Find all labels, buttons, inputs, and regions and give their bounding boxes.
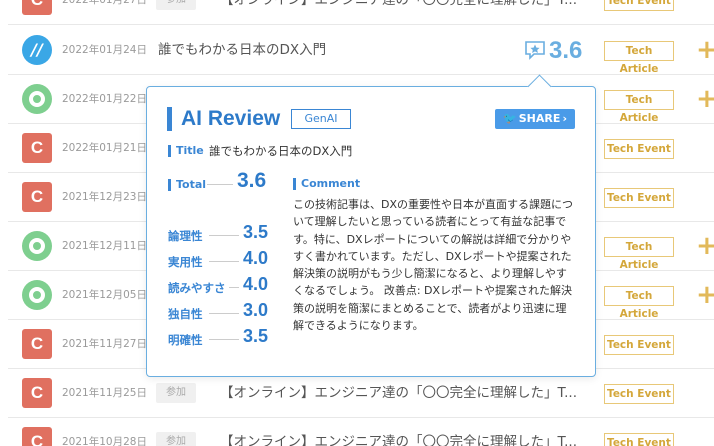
category-badge: Tech Article — [604, 90, 674, 124]
title-value: 誰でもわかる日本のDX入門 — [209, 144, 353, 158]
item-date: 2021年12月11日 — [62, 240, 147, 252]
item-date: 2021年11月25日 — [62, 387, 147, 399]
divider — [229, 287, 239, 288]
divider — [209, 339, 239, 340]
category-badge: Tech Article — [604, 237, 674, 271]
metric-label: 実用性 — [168, 255, 203, 269]
total-label: Total — [168, 179, 206, 191]
connpass-icon: C — [22, 427, 52, 446]
category-badge: Tech Event — [604, 188, 674, 208]
item-date: 2022年01月22日 — [62, 93, 147, 105]
category-badge: Tech Article — [604, 41, 674, 75]
qiita-icon — [22, 231, 52, 261]
metric-value: 4.0 — [243, 248, 269, 268]
divider — [209, 313, 239, 314]
attend-tag: 参加 — [156, 383, 196, 403]
divider — [209, 261, 239, 262]
item-title[interactable]: 誰でもわかる日本のDX入門 — [158, 26, 326, 75]
list-item[interactable]: C 2022年01月27日 参加 【オンライン】エンジニア達の「〇〇完全に理解し… — [8, 0, 714, 25]
total-score: 3.6 — [237, 169, 267, 192]
genai-badge: GenAI — [291, 109, 351, 129]
item-title[interactable]: 【オンライン】エンジニア達の「〇〇完全に理解した」T... — [220, 0, 577, 25]
item-date: 2022年01月21日 — [62, 142, 147, 154]
divider — [209, 235, 239, 236]
metric-value: 3.0 — [243, 300, 269, 320]
ai-review-popup: AI Review GenAI 🐦 SHARE › Title 誰でもわかる日本の… — [146, 86, 596, 377]
score-value[interactable]: 3.6 — [549, 26, 582, 75]
comment-text: この技術記事は、DXの重要性や日本が直面する課題について理解したいと思っている読… — [293, 198, 574, 333]
metric-label: 論理性 — [168, 229, 203, 243]
add-button[interactable]: + — [696, 271, 714, 319]
item-date: 2021年11月27日 — [62, 338, 147, 350]
connpass-icon: C — [22, 0, 52, 15]
qiita-icon — [22, 280, 52, 310]
metric-value: 4.0 — [243, 274, 269, 294]
item-date: 2021年12月05日 — [62, 289, 147, 301]
twitter-icon: 🐦 — [503, 112, 517, 125]
title-label: Title — [168, 145, 204, 157]
comment-label: Comment — [293, 178, 360, 190]
divider — [207, 184, 233, 185]
qiita-icon — [22, 84, 52, 114]
category-badge: Tech Event — [604, 139, 674, 159]
list-item[interactable]: // 2022年01月24日 誰でもわかる日本のDX入門 3.6 Tech Ar… — [8, 26, 714, 75]
connpass-icon: C — [22, 133, 52, 163]
metric-label: 独自性 — [168, 307, 203, 321]
item-date: 2021年10月28日 — [62, 436, 147, 446]
category-badge: Tech Event — [604, 0, 674, 11]
connpass-icon: C — [22, 329, 52, 359]
item-date: 2021年12月23日 — [62, 191, 147, 203]
connpass-icon: C — [22, 182, 52, 212]
add-button[interactable]: + — [696, 222, 714, 270]
category-badge: Tech Article — [604, 286, 674, 320]
share-button[interactable]: 🐦 SHARE › — [495, 109, 575, 129]
connpass-icon: C — [22, 378, 52, 408]
attend-tag: 参加 — [156, 432, 196, 446]
add-button[interactable]: + — [696, 26, 714, 74]
chevron-right-icon: › — [562, 112, 567, 125]
category-badge: Tech Event — [604, 335, 674, 355]
category-badge: Tech Event — [604, 384, 674, 404]
attend-tag: 参加 — [156, 0, 196, 10]
metric-label: 読みやすさ — [168, 281, 226, 295]
popup-title: AI Review — [167, 107, 280, 131]
ai-review-icon[interactable] — [524, 40, 546, 60]
metric-value: 3.5 — [243, 326, 269, 346]
zenn-icon: // — [22, 35, 52, 65]
metric-value: 3.5 — [243, 222, 269, 242]
category-badge: Tech Event — [604, 433, 674, 446]
item-date: 2022年01月24日 — [62, 44, 147, 56]
add-button[interactable]: + — [696, 75, 714, 123]
item-date: 2022年01月27日 — [62, 0, 147, 6]
list-item[interactable]: C 2021年10月28日 参加 【オンライン】エンジニア達の「〇〇完全に理解し… — [8, 418, 714, 446]
metric-label: 明確性 — [168, 333, 203, 347]
share-label: SHARE — [518, 112, 561, 125]
item-title[interactable]: 【オンライン】エンジニア達の「〇〇完全に理解した」T... — [220, 418, 577, 446]
